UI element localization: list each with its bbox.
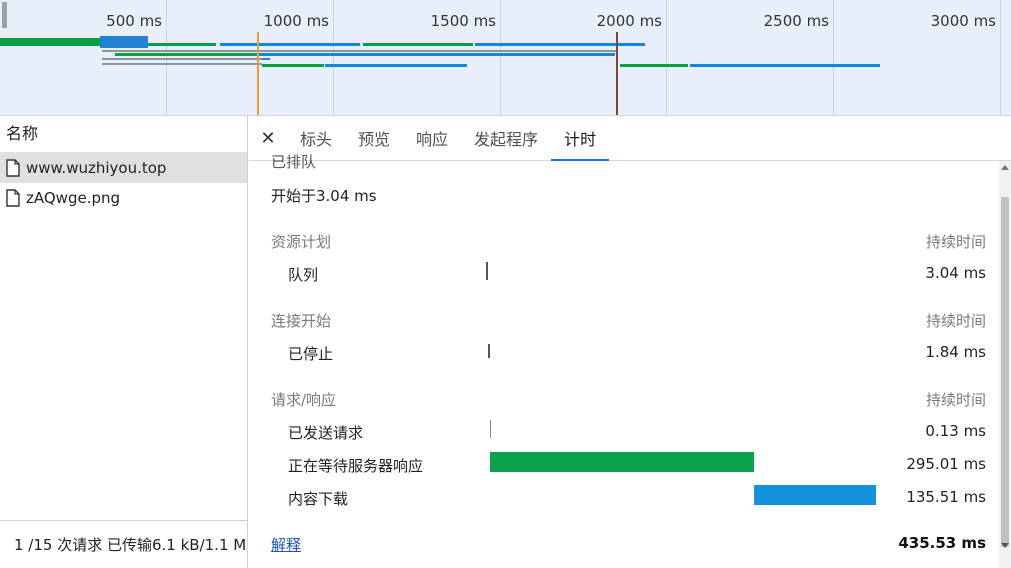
scrollbar-thumb[interactable]	[1001, 197, 1009, 547]
section-title: 连接开始	[271, 312, 332, 330]
explanation-link[interactable]: 解释	[271, 534, 301, 555]
overview-request-bar	[255, 53, 615, 56]
dom-content-loaded-marker	[257, 32, 259, 115]
load-event-marker	[616, 32, 618, 115]
scroll-down-icon[interactable]	[1001, 543, 1009, 548]
section-title: 请求/响应	[271, 391, 337, 409]
overview-request-bar	[102, 50, 617, 52]
timing-content: 已排队 开始于3.04 ms 资源计划 持续时间 队列 3.04 ms 连接开始…	[249, 153, 999, 568]
overview-request-bar	[100, 36, 148, 48]
request-list-panel: 名称 www.wuzhiyou.top zAQwge.png 1 /15 次请求…	[0, 116, 248, 568]
gridline	[1000, 0, 1001, 115]
timing-bar-content-download	[754, 485, 876, 505]
timing-bar-request-sent	[490, 420, 491, 438]
request-name: www.wuzhiyou.top	[26, 159, 167, 177]
duration-header: 持续时间	[925, 312, 986, 330]
overview-request-bar	[325, 64, 467, 67]
started-at-text: 开始于3.04 ms	[271, 187, 377, 205]
overview-request-bar	[102, 63, 262, 65]
overview-request-bar	[0, 38, 100, 46]
request-item[interactable]: www.wuzhiyou.top	[0, 153, 247, 183]
overview-request-bar	[690, 64, 880, 67]
tick-label: 2000 ms	[596, 12, 662, 30]
vertical-scrollbar[interactable]	[999, 161, 1011, 568]
duration-header: 持续时间	[925, 233, 986, 251]
timing-bar-queue	[486, 262, 488, 280]
overview-request-bar	[102, 58, 262, 60]
request-item[interactable]: zAQwge.png	[0, 183, 247, 213]
tick-label: 500 ms	[106, 12, 162, 30]
duration-header: 持续时间	[925, 391, 986, 409]
tick-label: 1000 ms	[263, 12, 329, 30]
overview-request-bar	[620, 64, 688, 67]
section-title: 资源计划	[271, 233, 332, 251]
request-list-header[interactable]: 名称	[0, 116, 247, 153]
tab-preview[interactable]: 预览	[345, 116, 403, 160]
overview-scroll-handle[interactable]	[2, 2, 7, 28]
overview-request-bar	[475, 43, 645, 46]
request-summary-status: 1 /15 次请求 已传输6.1 kB/1.1 M	[0, 520, 247, 568]
timing-item-label: 队列	[288, 266, 319, 284]
timing-item-value: 295.01 ms	[906, 455, 986, 473]
tick-label: 2500 ms	[763, 12, 829, 30]
timing-item-value: 3.04 ms	[925, 264, 986, 282]
timing-item-label: 已停止	[288, 345, 334, 363]
overview-request-bar	[115, 53, 255, 56]
detail-tab-bar: ✕ 标头 预览 响应 发起程序 计时	[249, 116, 1011, 161]
timing-item-label: 正在等待服务器响应	[288, 457, 424, 475]
overview-request-bar	[220, 43, 360, 46]
overview-request-bar	[148, 43, 216, 46]
timing-bar-stalled	[488, 344, 490, 358]
timing-item-value: 1.84 ms	[925, 343, 986, 361]
tab-response[interactable]: 响应	[403, 116, 461, 160]
tab-timing[interactable]: 计时	[551, 116, 610, 161]
gridline	[666, 0, 667, 115]
gridline	[333, 0, 334, 115]
overview-request-bar	[262, 64, 324, 67]
gridline	[833, 0, 834, 115]
tab-initiator[interactable]: 发起程序	[461, 116, 551, 160]
timing-bar-waiting	[490, 452, 754, 472]
scroll-up-icon[interactable]	[1001, 165, 1009, 170]
gridline	[500, 0, 501, 115]
total-duration: 435.53 ms	[898, 534, 986, 552]
timing-item-label: 已发送请求	[288, 424, 364, 442]
timing-item-value: 135.51 ms	[906, 488, 986, 506]
overview-timeline[interactable]: 500 ms 1000 ms 1500 ms 2000 ms 2500 ms 3…	[0, 0, 1011, 116]
queued-heading: 已排队	[271, 153, 317, 171]
tick-label: 1500 ms	[430, 12, 496, 30]
overview-request-bar	[363, 43, 473, 46]
request-name: zAQwge.png	[26, 189, 121, 207]
document-icon	[6, 159, 20, 177]
request-detail-panel: ✕ 标头 预览 响应 发起程序 计时 已排队 开始于3.04 ms 资源计划 持…	[249, 116, 1011, 568]
document-icon	[6, 189, 20, 207]
timing-item-value: 0.13 ms	[925, 422, 986, 440]
overview-request-bar	[262, 58, 270, 60]
timing-item-label: 内容下载	[288, 490, 349, 508]
tick-label: 3000 ms	[930, 12, 996, 30]
